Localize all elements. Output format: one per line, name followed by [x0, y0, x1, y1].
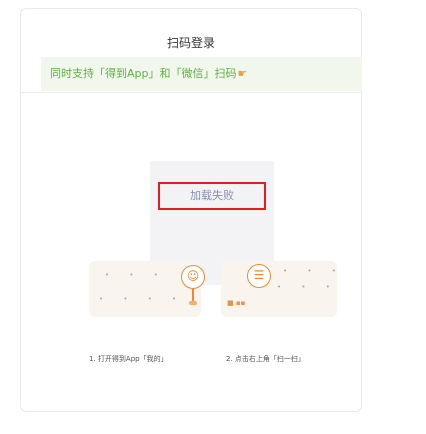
- menu-dots-icon: • • •: [105, 271, 167, 279]
- step1-illustration: • • • • • • • ☺: [89, 261, 205, 317]
- step2-caption: 2. 点击右上角「扫一扫」: [226, 355, 305, 363]
- reload-qr-button[interactable]: 加载失败: [158, 182, 266, 210]
- divider: [21, 92, 361, 93]
- nav-dots-icon: • • • •: [99, 295, 186, 303]
- hand-pointer-icon: ☛: [237, 67, 248, 80]
- tap-pointer-icon: [189, 289, 197, 305]
- step1-caption: 1. 打开得到App「我的」: [89, 355, 168, 363]
- user-profile-icon: ☺: [181, 265, 205, 289]
- option-dots-icon: • • •: [277, 283, 339, 291]
- login-card: 扫码登录 同时支持「得到App」和「微信」扫码☛ 加载失败 • • • • • …: [20, 8, 362, 412]
- scan-menu-icon: ☰: [247, 264, 271, 288]
- instruction-illustrations: • • • • • • • ☺ ☰ • • • • • • ■ ▪▪: [89, 261, 339, 323]
- page-title: 扫码登录: [166, 36, 215, 50]
- step2-illustration: ☰ • • • • • • ■ ▪▪: [221, 261, 337, 317]
- support-banner: 同时支持「得到App」和「微信」扫码☛: [41, 57, 362, 91]
- app-logo-icon: ■ ▪▪: [227, 299, 246, 307]
- more-dots-icon: • • •: [283, 267, 345, 275]
- support-text: 同时支持「得到App」和「微信」扫码: [50, 67, 237, 80]
